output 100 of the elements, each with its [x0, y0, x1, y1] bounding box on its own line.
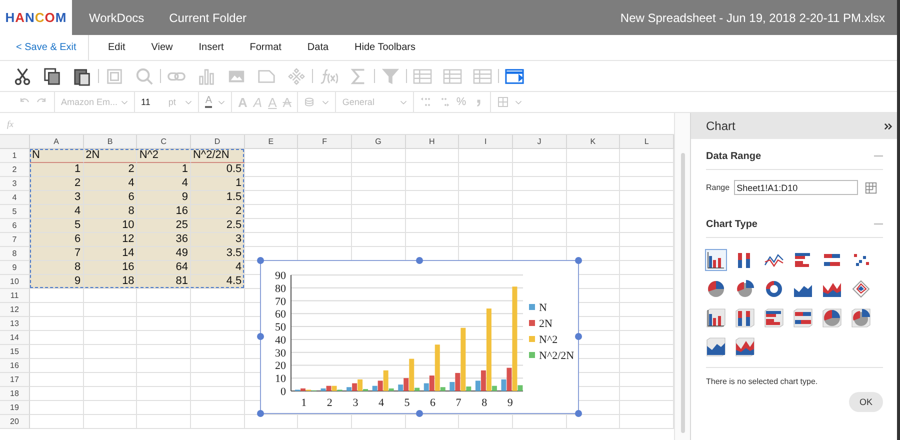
column-header[interactable]: K — [566, 135, 620, 149]
column-chart-type-icon[interactable] — [706, 250, 726, 270]
minus-icon[interactable] — [874, 222, 883, 226]
row-header[interactable]: 15 — [0, 345, 30, 359]
menu-item[interactable]: Hide Toolbars — [354, 42, 416, 53]
chart-frame[interactable]: 0 10 20 30 40 50 60 70 80 90 1 2 3 4 5 6 7 8 9 N 2N N^2 N^2/2N — [260, 260, 579, 414]
radar-chart-type-icon[interactable] — [851, 279, 871, 299]
column-header[interactable]: E — [244, 135, 298, 149]
pie-exploded-3d-chart-type-icon[interactable] — [851, 308, 871, 328]
row-header[interactable]: 8 — [0, 247, 30, 261]
row-header[interactable]: 4 — [0, 191, 30, 205]
row-header[interactable]: 16 — [0, 359, 30, 373]
row-header[interactable]: 10 — [0, 275, 30, 289]
range-select-icon[interactable] — [864, 182, 877, 194]
table-cell: 16 — [137, 205, 191, 219]
resize-handle[interactable] — [257, 333, 264, 340]
row-header[interactable]: 17 — [0, 373, 30, 387]
caret-icon — [185, 100, 192, 104]
row-header[interactable]: 5 — [0, 205, 30, 219]
save-exit-link[interactable]: < Save & Exit — [16, 42, 76, 53]
paste-icon[interactable] — [73, 66, 92, 86]
row-header[interactable]: 20 — [0, 415, 30, 429]
stacked-area-3d-chart-type-icon[interactable] — [735, 337, 755, 357]
cell-style-icon[interactable] — [304, 96, 316, 108]
app-tab[interactable]: Current Folder — [169, 10, 246, 24]
pie-chart-type-icon[interactable] — [706, 279, 726, 299]
row-header[interactable]: 19 — [0, 401, 30, 415]
row-header[interactable]: 11 — [0, 289, 30, 303]
menu-item[interactable]: Insert — [198, 42, 224, 53]
row-header[interactable]: 6 — [0, 219, 30, 233]
area-3d-chart-type-icon[interactable] — [706, 337, 726, 357]
menu-item[interactable]: Format — [250, 42, 282, 53]
bar-3d-chart-type-icon[interactable] — [764, 308, 784, 328]
column-header[interactable]: D — [190, 135, 245, 149]
empty-cell — [512, 415, 567, 429]
copy-icon[interactable] — [43, 66, 62, 86]
empty-cell — [84, 345, 138, 359]
empty-cell — [190, 415, 245, 429]
stacked-bar-3d-chart-type-icon[interactable] — [793, 308, 813, 328]
column-3d-chart-type-icon[interactable] — [706, 308, 726, 328]
empty-cell — [137, 317, 191, 331]
empty-cell — [84, 303, 138, 317]
row-header[interactable]: 12 — [0, 303, 30, 317]
empty-cell — [137, 401, 191, 415]
empty-cell — [137, 345, 191, 359]
panel-title: Chart — [706, 119, 736, 133]
row-header[interactable]: 1 — [0, 149, 30, 163]
column-header[interactable]: J — [512, 135, 567, 149]
column-header[interactable]: A — [30, 135, 84, 149]
range-field[interactable]: Sheet1!A1:D10 — [734, 180, 858, 195]
resize-handle[interactable] — [575, 257, 582, 264]
empty-cell — [137, 359, 191, 373]
row-header[interactable]: 18 — [0, 387, 30, 401]
bar-chart-type-icon[interactable] — [793, 250, 813, 270]
scissors-icon[interactable] — [13, 66, 32, 86]
side-panel-icon[interactable] — [505, 66, 524, 86]
menu-item[interactable]: View — [151, 42, 173, 53]
pie-3d-chart-type-icon[interactable] — [822, 308, 842, 328]
row-header[interactable]: 2 — [0, 163, 30, 177]
font-size-field[interactable]: 11 — [141, 97, 150, 107]
row-header[interactable]: 7 — [0, 233, 30, 247]
empty-cell — [406, 149, 460, 163]
column-header[interactable]: G — [352, 135, 406, 149]
empty-cell — [298, 415, 352, 429]
app-tab[interactable]: WorkDocs — [89, 10, 144, 24]
menu-item[interactable]: Data — [307, 42, 329, 53]
x-axis-label: 7 — [456, 397, 462, 409]
collapse-panel-icon[interactable] — [884, 122, 893, 130]
x-axis-label: 3 — [352, 397, 358, 409]
minus-icon[interactable] — [874, 154, 883, 158]
resize-handle[interactable] — [416, 257, 423, 264]
resize-handle[interactable] — [257, 257, 264, 264]
row-header[interactable]: 3 — [0, 177, 30, 191]
empty-cell — [84, 331, 138, 345]
table-cell: 3 — [190, 233, 245, 247]
column-header[interactable]: H — [406, 135, 460, 149]
row-header[interactable]: 14 — [0, 331, 30, 345]
empty-cell — [137, 331, 191, 345]
resize-handle[interactable] — [416, 410, 423, 417]
menu-item[interactable]: Edit — [108, 42, 126, 53]
column-header[interactable]: I — [459, 135, 513, 149]
table-cell: 25 — [137, 219, 191, 233]
ok-button[interactable]: OK — [849, 392, 883, 412]
resize-handle[interactable] — [257, 410, 264, 417]
table-cell: 2N — [84, 149, 138, 163]
scrollbar[interactable] — [674, 113, 690, 440]
pie-exploded-chart-type-icon[interactable] — [735, 279, 755, 299]
scrollbar-thumb[interactable] — [680, 153, 684, 433]
column-header[interactable]: B — [84, 135, 138, 149]
table-cell: 4.5 — [190, 275, 245, 289]
row-header[interactable]: 13 — [0, 317, 30, 331]
row-header[interactable]: 9 — [0, 261, 30, 275]
donut-chart-type-icon[interactable] — [764, 279, 784, 299]
legend-label: N^2/2N — [539, 350, 574, 362]
column-header[interactable]: C — [137, 135, 191, 149]
resize-handle[interactable] — [575, 410, 582, 417]
column-header[interactable]: F — [298, 135, 352, 149]
column-header[interactable]: L — [620, 135, 674, 149]
resize-handle[interactable] — [575, 333, 582, 340]
stacked-column-3d-chart-type-icon[interactable] — [735, 308, 755, 328]
